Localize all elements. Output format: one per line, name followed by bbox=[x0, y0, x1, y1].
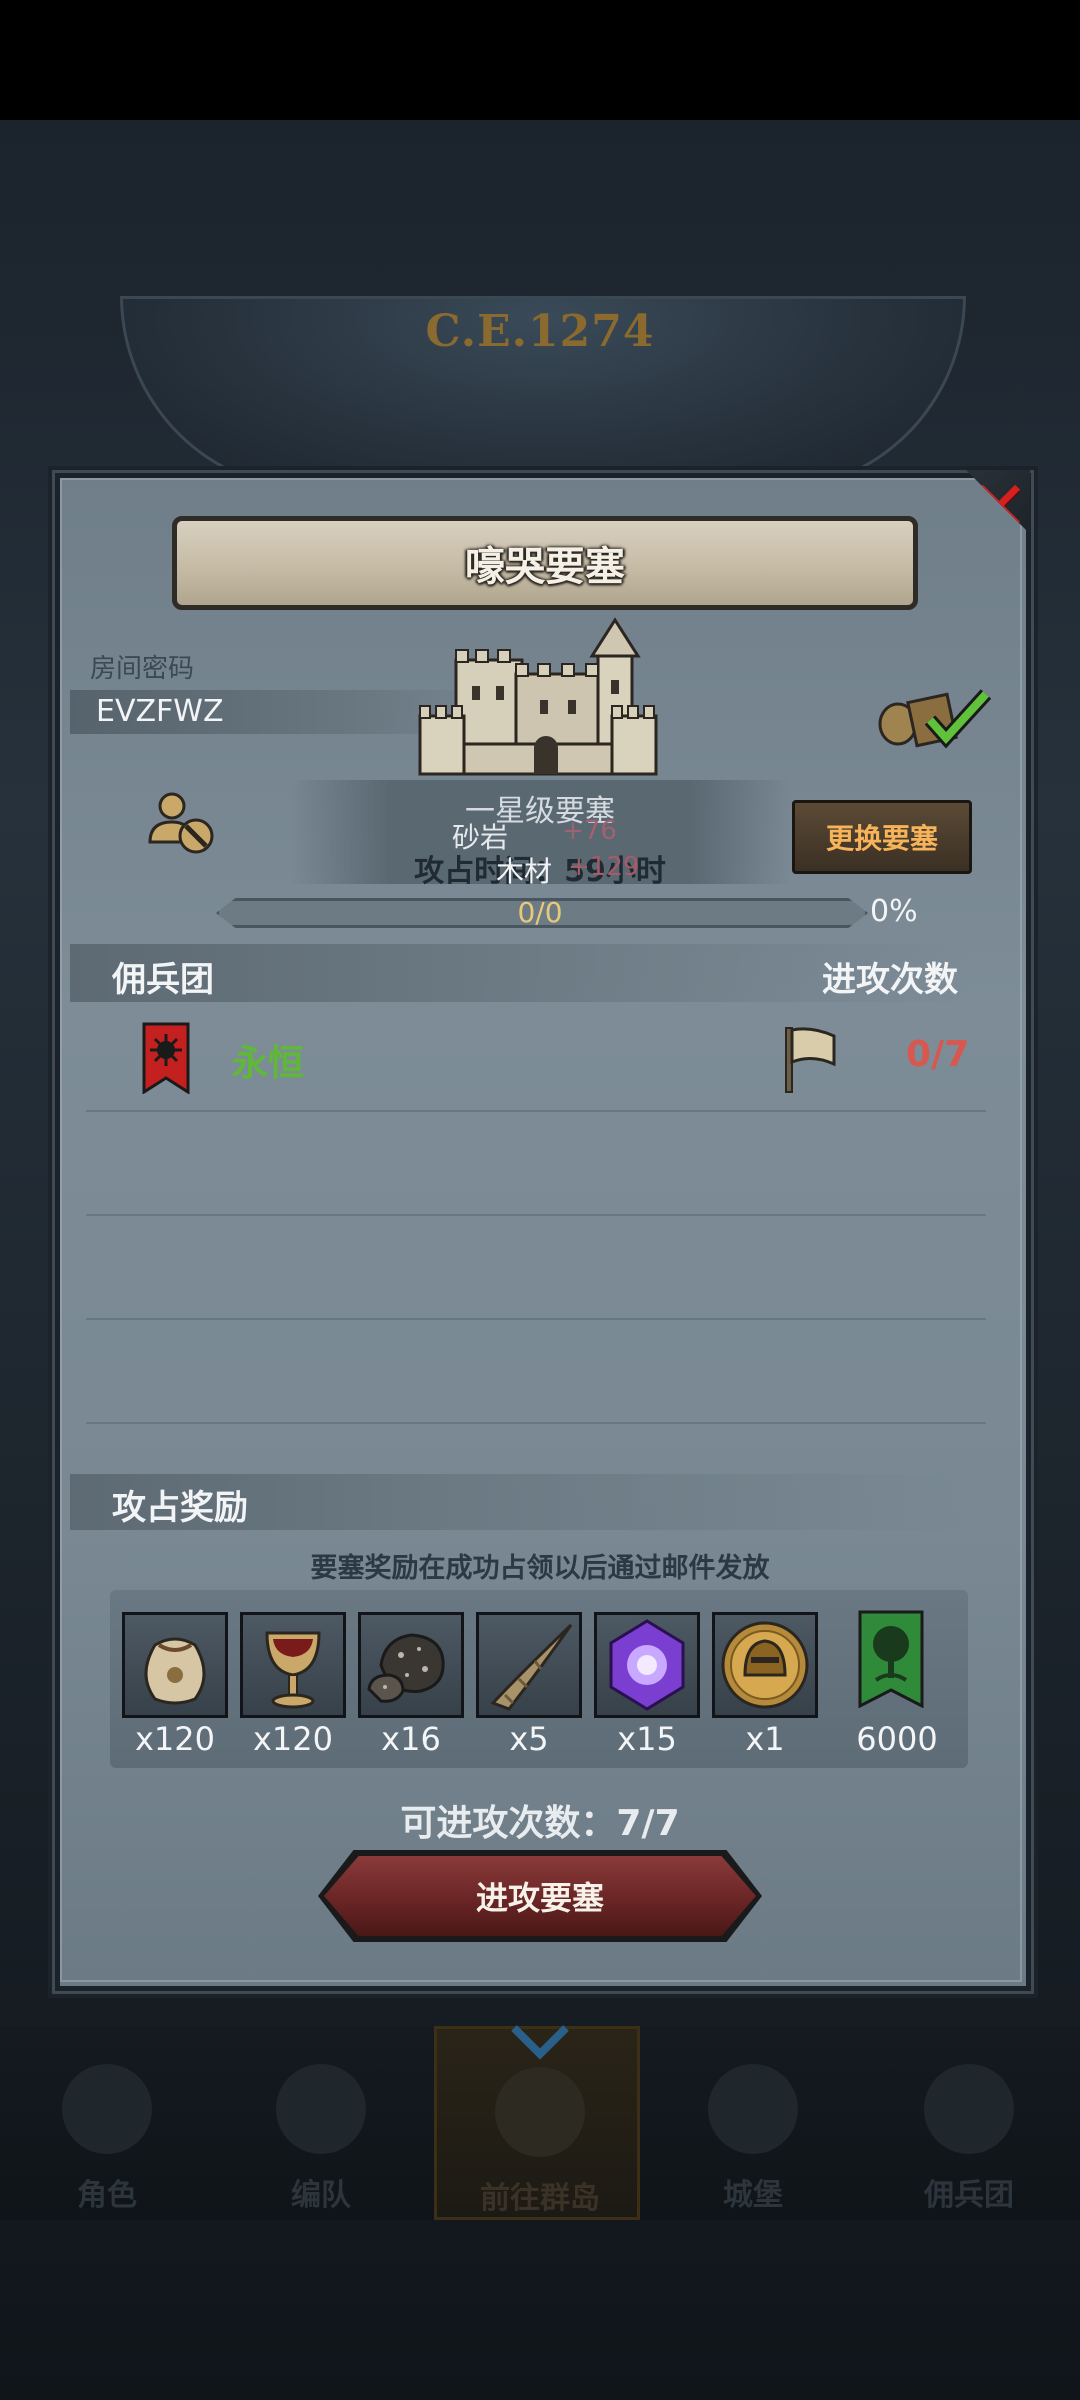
flag-icon bbox=[785, 1027, 836, 1093]
castle-icon bbox=[708, 2064, 798, 2154]
reward-item-sack[interactable] bbox=[122, 1612, 228, 1718]
reward-qty: 6000 bbox=[856, 1720, 938, 1758]
guild-banner-icon bbox=[142, 1022, 190, 1094]
reward-header: 攻占奖励 bbox=[112, 1488, 248, 1528]
nav-item-formation[interactable]: 编队 bbox=[218, 2026, 424, 2220]
dialog-title: 嚎哭要塞 bbox=[465, 544, 625, 590]
reward-qty: x120 bbox=[252, 1720, 333, 1758]
occupy-progress-text: 0/0 bbox=[517, 896, 563, 929]
change-fortress-label: 更换要塞 bbox=[825, 822, 938, 855]
attack-fortress-button[interactable]: 进攻要塞 bbox=[324, 1856, 756, 1936]
room-code-value[interactable]: EVZFWZ bbox=[96, 694, 224, 729]
reward-item-medal[interactable] bbox=[712, 1612, 818, 1718]
reward-item-ore[interactable] bbox=[358, 1612, 464, 1718]
ore-icon bbox=[367, 1633, 445, 1703]
guild-name[interactable]: 永恒 bbox=[232, 1034, 304, 1086]
attack-count-header: 进攻次数 bbox=[822, 960, 958, 1000]
nav-label: 前往群岛 bbox=[480, 2181, 600, 2216]
attack-fortress-label: 进攻要塞 bbox=[475, 1879, 604, 1917]
reward-qty: x5 bbox=[509, 1720, 549, 1758]
nav-label: 角色 bbox=[77, 2178, 137, 2213]
resource-wood-label: 木材 bbox=[496, 855, 553, 888]
reward-qty: x16 bbox=[381, 1720, 441, 1758]
list-divider bbox=[86, 1110, 986, 1112]
reward-qty: x15 bbox=[617, 1720, 677, 1758]
globe-icon bbox=[495, 2067, 585, 2157]
reward-item-goblet[interactable] bbox=[240, 1612, 346, 1718]
list-divider bbox=[86, 1214, 986, 1216]
attempts-remaining: 可进攻次数：7/7 bbox=[400, 1803, 680, 1844]
ship-icon bbox=[924, 2064, 1014, 2154]
sack-icon bbox=[144, 1637, 206, 1705]
knight-icon bbox=[62, 2064, 152, 2154]
goblet-icon bbox=[265, 1631, 321, 1709]
helmet-icon bbox=[276, 2064, 366, 2154]
nav-item-character[interactable]: 角色 bbox=[4, 2026, 210, 2220]
list-divider bbox=[86, 1318, 986, 1320]
castle-illustration bbox=[418, 617, 658, 776]
nav-label: 佣兵团 bbox=[924, 2178, 1014, 2213]
nav-label: 城堡 bbox=[723, 2178, 783, 2213]
horn-icon bbox=[490, 1623, 573, 1711]
status-bar-area bbox=[0, 0, 1080, 120]
purple-gem-icon bbox=[609, 1619, 685, 1711]
helmet-medal-icon bbox=[721, 1621, 809, 1709]
room-code-label: 房间密码 bbox=[90, 654, 195, 684]
reward-note: 要塞奖励在成功占领以后通过邮件发放 bbox=[310, 1553, 770, 1584]
list-divider bbox=[86, 1422, 986, 1424]
nav-label: 编队 bbox=[291, 2178, 351, 2213]
tree-banner-icon bbox=[858, 1610, 924, 1709]
change-fortress-button[interactable]: 更换要塞 bbox=[792, 800, 972, 874]
nav-item-castle[interactable]: 城堡 bbox=[650, 2026, 856, 2220]
occupy-progress-percent: 0% bbox=[870, 894, 918, 929]
reward-qty: x120 bbox=[134, 1720, 215, 1758]
chevron-down-icon bbox=[511, 2025, 569, 2060]
year-label: C.E.1274 bbox=[425, 306, 655, 357]
guild-attack-count: 0/7 bbox=[906, 1034, 970, 1075]
resource-sandstone-value: +76 bbox=[562, 816, 617, 846]
reward-item-horn[interactable] bbox=[476, 1612, 582, 1718]
reward-qty: x1 bbox=[745, 1720, 785, 1758]
resource-wood-value: +129 bbox=[568, 852, 640, 882]
title-plate: 嚎哭要塞 bbox=[172, 516, 918, 610]
claim-reward-icon[interactable] bbox=[876, 680, 996, 750]
reward-item-gem[interactable] bbox=[594, 1612, 700, 1718]
reward-item-banner[interactable] bbox=[858, 1610, 924, 1709]
nav-item-mercenary[interactable]: 佣兵团 bbox=[866, 2026, 1072, 2220]
mercenary-header: 佣兵团 bbox=[112, 960, 214, 1000]
